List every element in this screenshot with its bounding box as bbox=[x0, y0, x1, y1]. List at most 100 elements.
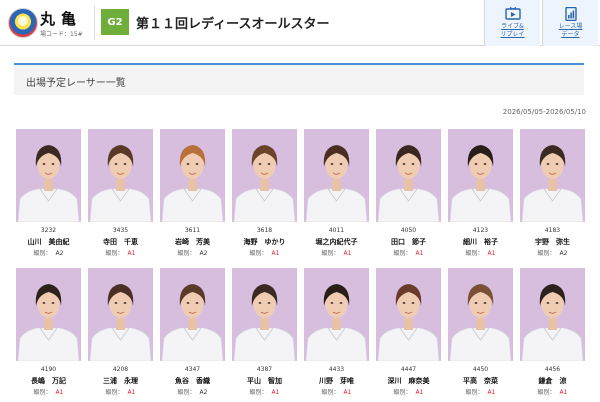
racer-photo[interactable] bbox=[160, 129, 225, 222]
rank-value: A1 bbox=[343, 250, 352, 257]
racer-rank: 級別： A1 bbox=[304, 248, 369, 257]
racer-name[interactable]: 山川 美由紀 bbox=[16, 237, 81, 247]
date-range: 2026/05/05-2026/05/10 bbox=[502, 108, 586, 116]
racer-name[interactable]: 三浦 永理 bbox=[88, 376, 153, 386]
rank-label: 級別： bbox=[321, 250, 340, 257]
rank-label: 級別： bbox=[393, 389, 412, 396]
rank-value: A1 bbox=[127, 389, 136, 396]
racer-photo[interactable] bbox=[16, 129, 81, 222]
racer-registration-number: 4447 bbox=[400, 366, 417, 373]
racer-name[interactable]: 川野 芽唯 bbox=[304, 376, 369, 386]
racer-card[interactable]: 3232 山川 美由紀 級別： A2 bbox=[16, 129, 81, 260]
rank-label: 級別： bbox=[249, 250, 268, 257]
racer-photo[interactable] bbox=[448, 129, 513, 222]
racer-photo[interactable] bbox=[376, 268, 441, 361]
racer-card[interactable]: 4190 長嶋 万記級別： A1 bbox=[16, 268, 81, 399]
racer-card[interactable]: 4456 鎌倉 涼級別： A1 bbox=[520, 268, 585, 399]
racer-photo[interactable] bbox=[16, 268, 81, 361]
racer-registration-number: 4190 bbox=[40, 366, 57, 373]
racer-card[interactable]: 4387 平山 智加級別： A1 bbox=[232, 268, 297, 399]
racer-rank: 級別： A1 bbox=[376, 387, 441, 396]
rank-value: A1 bbox=[127, 250, 136, 257]
rank-label: 級別： bbox=[393, 250, 412, 257]
racer-name[interactable]: 長嶋 万記 bbox=[16, 376, 81, 386]
section-title: 出場予定レーサー一覧 bbox=[26, 78, 126, 89]
racer-photo[interactable] bbox=[160, 268, 225, 361]
rank-value: A1 bbox=[271, 250, 280, 257]
racer-photo[interactable] bbox=[376, 129, 441, 222]
racer-rank: 級別： A1 bbox=[88, 387, 153, 396]
racer-rank: 級別： A1 bbox=[232, 248, 297, 257]
racer-name[interactable]: 寺田 千恵 bbox=[88, 237, 153, 247]
rank-label: 級別： bbox=[537, 389, 556, 396]
racer-name[interactable]: 平山 智加 bbox=[232, 376, 297, 386]
rank-value: A2 bbox=[199, 389, 208, 396]
racer-name[interactable]: 宇野 弥生 bbox=[520, 237, 585, 247]
racer-registration-number: 3611 bbox=[184, 227, 201, 234]
live-replay-button[interactable]: ライブ& リプレイ bbox=[484, 0, 540, 46]
racer-name[interactable]: 魚谷 香織 bbox=[160, 376, 225, 386]
rank-label: 級別： bbox=[33, 389, 52, 396]
rank-value: A2 bbox=[199, 250, 208, 257]
racer-name[interactable]: 岩崎 芳美 bbox=[160, 237, 225, 247]
racer-photo[interactable] bbox=[448, 268, 513, 361]
racer-photo[interactable] bbox=[88, 268, 153, 361]
racer-registration-number: 4387 bbox=[256, 366, 273, 373]
rank-label: 級別： bbox=[465, 389, 484, 396]
venue-data-label-2: データ bbox=[561, 31, 580, 38]
racer-registration-number: 4183 bbox=[544, 227, 561, 234]
racer-photo[interactable] bbox=[304, 129, 369, 222]
racer-card[interactable]: 4433 川野 芽唯 級別： A1 bbox=[304, 268, 369, 399]
racer-name[interactable]: 田口 節子 bbox=[376, 237, 441, 247]
racer-rank: 級別： A1 bbox=[376, 248, 441, 257]
racer-registration-number: 4011 bbox=[328, 227, 345, 234]
racer-card[interactable]: 4183 宇野 弥生 級別： A2 bbox=[520, 129, 585, 260]
racer-name[interactable]: 平高 奈菜 bbox=[448, 376, 513, 386]
rank-label: 級別： bbox=[33, 250, 52, 257]
racer-photo[interactable] bbox=[232, 129, 297, 222]
chart-document-icon bbox=[564, 7, 577, 21]
racer-card[interactable]: 3618 海野 ゆかり 級別： A1 bbox=[232, 129, 297, 260]
marugame-logo-icon[interactable] bbox=[8, 8, 38, 38]
racer-card[interactable]: 3611 岩崎 芳美 級別： A2 bbox=[160, 129, 225, 260]
racer-card[interactable]: 4011 堀之内紀代子 級別： A1 bbox=[304, 129, 369, 260]
racer-name[interactable]: 細川 裕子 bbox=[448, 237, 513, 247]
racer-rank: 級別： A1 bbox=[88, 248, 153, 257]
race-title: 第１１回レディースオールスター bbox=[136, 17, 330, 32]
racer-card[interactable]: 4347 魚谷 香織 級別： A2 bbox=[160, 268, 225, 399]
racer-photo[interactable] bbox=[304, 268, 369, 361]
racer-card[interactable]: 3435 寺田 千恵 級別： A1 bbox=[88, 129, 153, 260]
rank-value: A1 bbox=[487, 250, 496, 257]
racer-name[interactable]: 鎌倉 涼 bbox=[520, 376, 585, 386]
rank-label: 級別： bbox=[465, 250, 484, 257]
racer-card[interactable]: 4123 細川 裕子 級別： A1 bbox=[448, 129, 513, 260]
racer-card[interactable]: 4208 三浦 永理 級別： A1 bbox=[88, 268, 153, 399]
rank-value: A1 bbox=[415, 250, 424, 257]
racer-rank: 級別： A1 bbox=[448, 387, 513, 396]
racer-rank: 級別： A2 bbox=[16, 248, 81, 257]
rank-label: 級別： bbox=[105, 389, 124, 396]
racer-card[interactable]: 4447 深川 麻奈美 級別： A1 bbox=[376, 268, 441, 399]
racer-rank: 級別： A1 bbox=[304, 387, 369, 396]
page-header: 丸亀 場コード：15# G2 第１１回レディースオールスター ライブ& リプレイ… bbox=[0, 0, 600, 46]
racer-card[interactable]: 4450 平高 奈菜 級別： A1 bbox=[448, 268, 513, 399]
racer-photo[interactable] bbox=[520, 129, 585, 222]
racer-rank: 級別： A2 bbox=[160, 248, 225, 257]
rank-value: A1 bbox=[415, 389, 424, 396]
racer-name[interactable]: 堀之内紀代子 bbox=[304, 237, 369, 247]
rank-value: A1 bbox=[343, 389, 352, 396]
venue-name[interactable]: 丸亀 bbox=[40, 8, 82, 29]
racer-name[interactable]: 深川 麻奈美 bbox=[376, 376, 441, 386]
rank-label: 級別： bbox=[249, 389, 268, 396]
racer-registration-number: 3435 bbox=[112, 227, 129, 234]
racer-photo[interactable] bbox=[232, 268, 297, 361]
racer-name[interactable]: 海野 ゆかり bbox=[232, 237, 297, 247]
racer-photo[interactable] bbox=[88, 129, 153, 222]
venue-data-button[interactable]: レース場 データ bbox=[542, 0, 598, 46]
racer-photo[interactable] bbox=[520, 268, 585, 361]
rank-value: A1 bbox=[55, 389, 64, 396]
racer-card[interactable]: 4050 田口 節子 級別： A1 bbox=[376, 129, 441, 260]
live-replay-label-2: リプレイ bbox=[500, 31, 525, 38]
venue-data-label-1: レース場 bbox=[558, 23, 583, 30]
rank-value: A1 bbox=[271, 389, 280, 396]
